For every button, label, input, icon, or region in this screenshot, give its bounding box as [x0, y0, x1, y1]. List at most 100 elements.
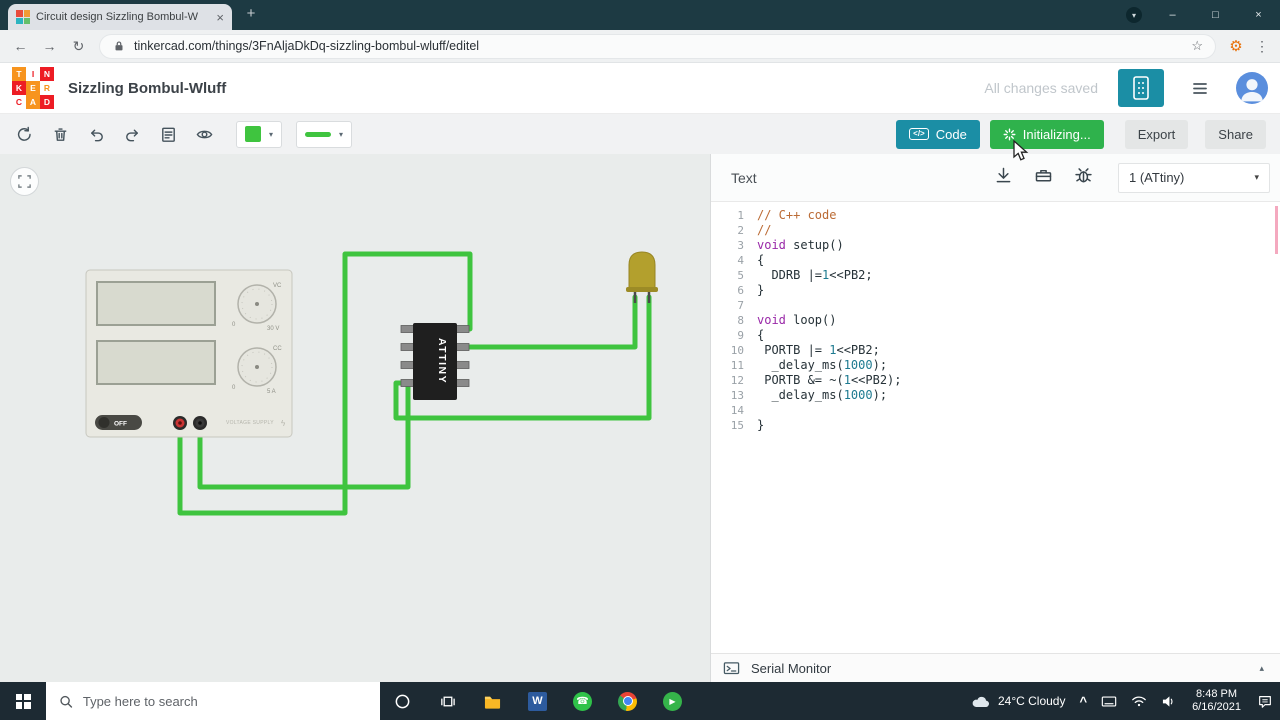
chrome-button[interactable] — [605, 682, 650, 720]
code-text: void setup() — [757, 238, 844, 252]
network-icon[interactable] — [1124, 682, 1154, 720]
code-line[interactable]: 12 PORTB &= ~(1<<PB2); — [711, 373, 1280, 388]
whatsapp-button[interactable]: ☎ — [560, 682, 605, 720]
line-number: 9 — [737, 329, 744, 342]
code-editor[interactable]: 1// C++ code 2//3 void setup() 4{5 DDRB |=1… — [711, 202, 1280, 653]
tray-expand-icon[interactable]: ^ — [1072, 682, 1094, 720]
line-number: 7 — [737, 299, 744, 312]
code-text: _delay_ms(1000); — [757, 388, 888, 402]
power-supply[interactable]: VC CC 0 30 V 0 5 A OFF VOLTAGE SUPPLY ϟ — [85, 269, 293, 438]
file-explorer-button[interactable] — [470, 682, 515, 720]
word-button[interactable]: W — [515, 682, 560, 720]
task-view-button[interactable] — [425, 682, 470, 720]
bookmark-star-icon[interactable]: ☆ — [1191, 38, 1203, 54]
spinner-icon — [1003, 128, 1016, 140]
forward-button[interactable]: → — [35, 32, 64, 60]
share-button[interactable]: Share — [1205, 119, 1266, 149]
line-number: 11 — [730, 359, 744, 372]
maximize-button[interactable]: □ — [1194, 0, 1237, 30]
chip-label: ATTINY — [436, 338, 448, 384]
green-app-button[interactable]: ▶ — [650, 682, 695, 720]
color-dropdown[interactable]: ▾ — [236, 120, 283, 148]
export-button[interactable]: Export — [1124, 119, 1189, 149]
psu-off-label: OFF — [114, 421, 127, 428]
code-line[interactable]: 6} — [711, 283, 1280, 298]
design-title[interactable]: Sizzling Bombul-Wluff — [68, 80, 226, 97]
close-button[interactable]: × — [1237, 0, 1280, 30]
logo-cell: R — [40, 81, 54, 95]
component-list-button[interactable] — [1178, 69, 1222, 107]
code-button-label: Code — [935, 126, 967, 142]
notification-center-button[interactable] — [1250, 682, 1280, 720]
notes-button[interactable] — [150, 114, 186, 154]
library-button[interactable] — [1033, 165, 1054, 191]
url-text[interactable]: tinkercad.com/things/3FnAljaDkDq-sizzlin… — [134, 39, 479, 53]
tab-close-icon[interactable]: × — [216, 10, 224, 25]
browser-menu-icon[interactable]: ⋮ — [1250, 38, 1274, 55]
volume-icon[interactable] — [1154, 682, 1183, 720]
logo-cell: C — [12, 95, 26, 109]
visibility-button[interactable] — [186, 114, 222, 154]
start-button[interactable] — [0, 682, 46, 720]
wire-led-anode[interactable] — [459, 294, 638, 350]
weather-widget[interactable]: 24°C Cloudy — [964, 682, 1073, 720]
debug-button[interactable] — [1073, 165, 1094, 191]
touch-keyboard-icon[interactable] — [1094, 682, 1124, 720]
code-line[interactable]: 3 void setup() — [711, 238, 1280, 253]
circuit-svg: VC CC 0 30 V 0 5 A OFF VOLTAGE SUPPLY ϟ — [85, 251, 658, 516]
chevron-down-icon: ▾ — [1126, 7, 1142, 23]
led[interactable] — [626, 251, 658, 303]
redo-button[interactable] — [114, 114, 150, 154]
code-line[interactable]: 2 // — [711, 223, 1280, 238]
list-icon — [1193, 83, 1207, 94]
code-line[interactable]: 4{ — [711, 253, 1280, 268]
start-simulation-button[interactable]: Initializing... — [989, 119, 1104, 149]
attiny-chip[interactable]: ATTINY — [400, 323, 470, 400]
code-line[interactable]: 9{ — [711, 328, 1280, 343]
code-text: // — [757, 223, 772, 237]
breadboard-icon — [1133, 76, 1149, 100]
code-line[interactable]: 8 void loop() — [711, 313, 1280, 328]
browser-tab[interactable]: Circuit design Sizzling Bombul-W × — [8, 4, 232, 30]
code-mode-dropdown[interactable]: Text — [731, 170, 757, 186]
new-tab-button[interactable]: + — [240, 5, 262, 25]
circuit-workspace[interactable]: VC CC 0 30 V 0 5 A OFF VOLTAGE SUPPLY ϟ — [0, 154, 710, 682]
rotate-button[interactable] — [6, 114, 42, 154]
cortana-button[interactable] — [380, 682, 425, 720]
zoom-to-fit-button[interactable] — [10, 167, 39, 196]
taskbar-search[interactable] — [46, 682, 380, 720]
code-line[interactable]: 15} — [711, 418, 1280, 433]
reload-button[interactable]: ↻ — [64, 32, 93, 60]
delete-button[interactable] — [42, 114, 78, 154]
serial-monitor-bar[interactable]: Serial Monitor ▴ — [711, 653, 1280, 682]
extension-gear-icon[interactable]: ⚙ — [1222, 37, 1250, 55]
minimize-button[interactable]: – — [1151, 0, 1194, 30]
tinkercad-logo[interactable]: TINKERCAD — [12, 67, 54, 109]
board-select-dropdown[interactable]: 1 (ATtiny) ▾ — [1118, 162, 1270, 193]
serial-monitor-icon — [723, 661, 740, 674]
wire-style-dropdown[interactable]: ▾ — [296, 120, 353, 148]
address-bar[interactable]: tinkercad.com/things/3FnAljaDkDq-sizzlin… — [99, 33, 1216, 59]
code-line[interactable]: 14 — [711, 403, 1280, 418]
code-line[interactable]: 5 DDRB |=1<<PB2; — [711, 268, 1280, 283]
code-line[interactable]: 7 — [711, 298, 1280, 313]
taskbar-clock[interactable]: 8:48 PM 6/16/2021 — [1183, 682, 1250, 720]
line-number: 5 — [737, 269, 744, 282]
search-input[interactable] — [82, 693, 367, 709]
back-button[interactable]: ← — [6, 32, 35, 60]
scrollbar-marker[interactable] — [1275, 206, 1278, 254]
breadboard-view-button[interactable] — [1118, 69, 1164, 107]
tab-search-icon[interactable]: ▾ — [1117, 7, 1151, 23]
browser-titlebar: Circuit design Sizzling Bombul-W × + ▾ –… — [0, 0, 1280, 30]
code-line[interactable]: 13 _delay_ms(1000); — [711, 388, 1280, 403]
rotate-icon — [17, 126, 31, 141]
code-line[interactable]: 10 PORTB |= 1<<PB2; — [711, 343, 1280, 358]
code-button[interactable]: </> Code — [896, 119, 980, 149]
code-line[interactable]: 1 // C++ code — [711, 208, 1280, 223]
avatar[interactable] — [1236, 72, 1268, 104]
code-text: void loop() — [757, 313, 837, 327]
code-line[interactable]: 11 _delay_ms(1000); — [711, 358, 1280, 373]
undo-button[interactable] — [78, 114, 114, 154]
download-code-button[interactable] — [993, 165, 1014, 191]
library-icon — [1035, 169, 1052, 181]
